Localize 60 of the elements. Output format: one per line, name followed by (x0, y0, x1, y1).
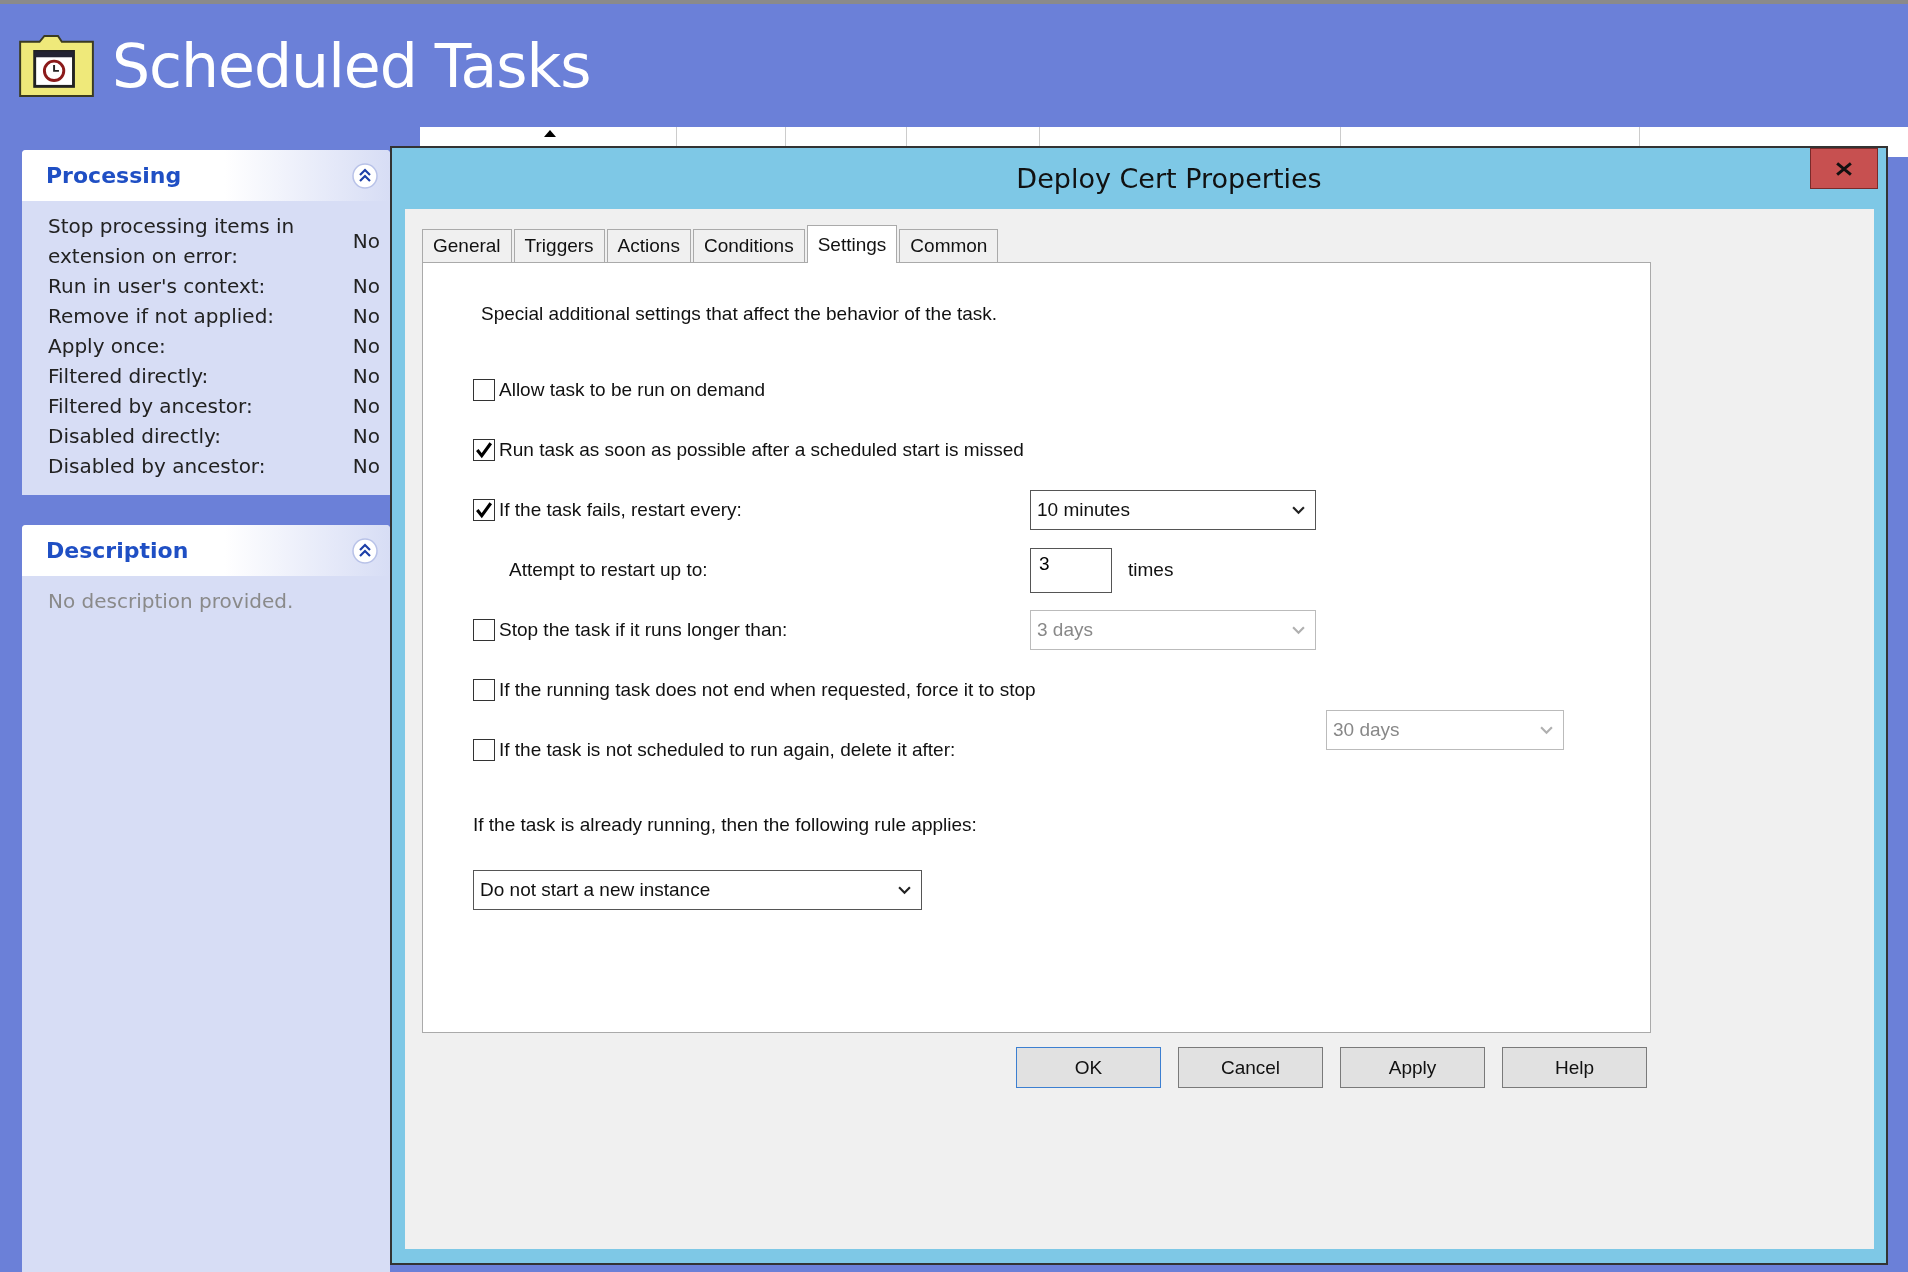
tab[interactable]: General (422, 229, 512, 262)
property-value: No (352, 423, 380, 450)
dialog-button[interactable]: OK (1016, 1047, 1161, 1088)
tab[interactable]: Triggers (513, 229, 605, 262)
property-value: No (352, 228, 380, 255)
close-button[interactable] (1810, 148, 1878, 189)
checkbox[interactable] (473, 499, 495, 521)
checkbox[interactable] (473, 739, 495, 761)
checkbox-label: If the running task does not end when requested, force it to stop (499, 679, 1036, 701)
rule-label: If the task is already running, then the following rule applies: (473, 814, 977, 836)
dialog-button[interactable]: Apply (1340, 1047, 1485, 1088)
tab[interactable]: Settings (806, 225, 898, 263)
chevron-down-icon (898, 885, 911, 895)
dialog-button[interactable]: Cancel (1178, 1047, 1323, 1088)
property-label: Disabled by ancestor: (48, 453, 267, 480)
property-label: Apply once: (48, 333, 167, 360)
property-value: No (352, 393, 380, 420)
collapse-icon[interactable] (352, 162, 378, 189)
chevron-down-icon (1292, 625, 1305, 635)
tab[interactable]: Conditions (692, 229, 805, 262)
panel-title: Description (46, 538, 189, 563)
close-icon (1836, 161, 1852, 176)
property-label: Stop processing items in extension on error: (48, 213, 296, 270)
checkbox[interactable] (473, 619, 495, 641)
chevron-down-icon (1540, 725, 1553, 735)
collapse-icon[interactable] (352, 537, 378, 564)
property-label: Run in user's context: (48, 273, 267, 300)
unit-label: times (1128, 559, 1174, 581)
checkbox-label: If the task fails, restart every: (499, 499, 742, 521)
property-value: No (352, 303, 380, 330)
dialog-button[interactable]: Help (1502, 1047, 1647, 1088)
property-label: Disabled directly: (48, 423, 223, 450)
checkbox-label: Run task as soon as possible after a scheduled start is missed (499, 439, 1024, 461)
dropdown[interactable]: 10 minutes (1030, 490, 1316, 530)
checkbox[interactable] (473, 679, 495, 701)
intro-text: Special additional settings that affect the behavior of the task. (481, 303, 999, 325)
property-label: Filtered directly: (48, 363, 210, 390)
property-value: No (352, 363, 380, 390)
tab[interactable]: Common (899, 229, 999, 262)
tab[interactable]: Actions (606, 229, 691, 262)
property-label: Remove if not applied: (48, 303, 276, 330)
checkbox-label: If the task is not scheduled to run again, delete it after: (499, 739, 956, 761)
page-title: Scheduled Tasks (112, 30, 591, 101)
folder-clock-icon (18, 33, 96, 98)
dropdown[interactable]: Do not start a new instance (473, 870, 922, 910)
dialog-title: Deploy Cert Properties (1016, 163, 1322, 194)
field-label: Attempt to restart up to: (509, 559, 709, 581)
description-text: No description provided. (48, 588, 295, 615)
property-label: Filtered by ancestor: (48, 393, 254, 420)
number-field[interactable]: 3 (1030, 547, 1112, 593)
checkbox[interactable] (473, 439, 495, 461)
property-value: No (352, 333, 380, 360)
panel-title: Processing (46, 163, 182, 188)
property-value: No (352, 273, 380, 300)
checkbox-label: Allow task to be run on demand (499, 379, 766, 401)
chevron-down-icon (1292, 505, 1305, 515)
property-value: No (352, 453, 380, 480)
sort-arrow-icon (544, 130, 556, 137)
checkbox-label: Stop the task if it runs longer than: (499, 619, 788, 641)
checkbox[interactable] (473, 379, 495, 401)
